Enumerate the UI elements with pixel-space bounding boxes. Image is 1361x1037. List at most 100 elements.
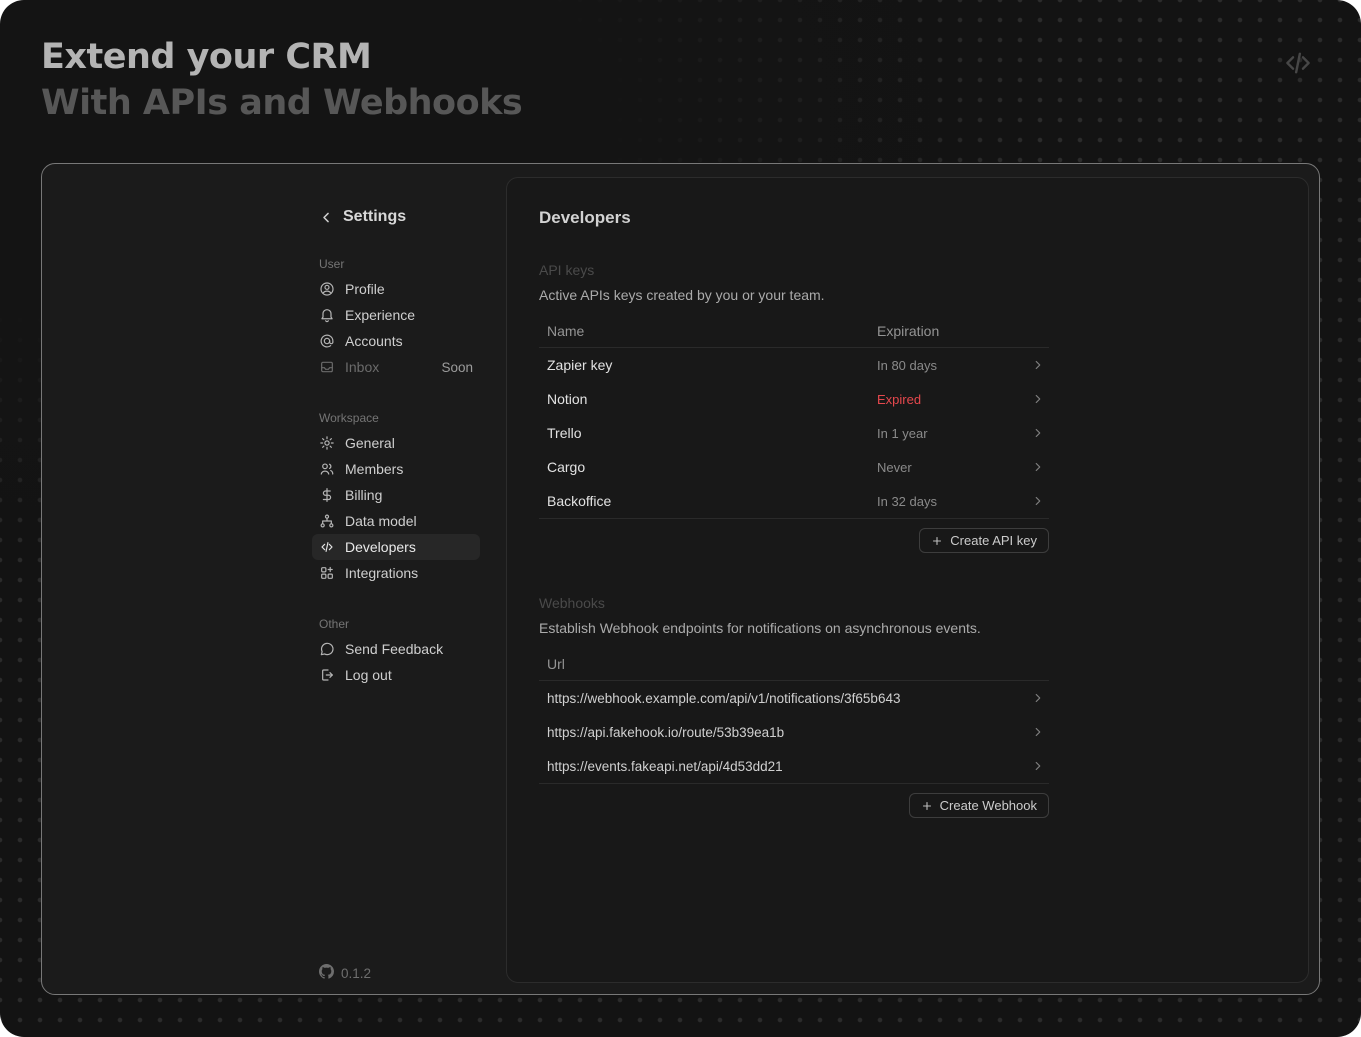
chat-bubble-icon [319,641,335,657]
column-header-url: Url [547,656,1049,672]
api-key-expiration: Expired [877,392,1031,407]
developers-panel: Developers API keys Active APIs keys cre… [506,177,1309,983]
sidebar-item-label: Profile [345,281,385,297]
table-divider [539,518,1049,519]
page-title-line2: With APIs and Webhooks [41,80,522,126]
chevron-right-icon [1031,494,1045,508]
table-divider [539,783,1049,784]
sidebar-item-data-model[interactable]: Data model [312,508,480,534]
webhook-row[interactable]: https://events.fakeapi.net/api/4d53dd21 [539,749,1049,783]
create-api-key-label: Create API key [950,533,1037,548]
code-icon [319,539,335,555]
api-key-row[interactable]: Zapier key In 80 days [539,348,1049,382]
section-label-workspace: Workspace [319,411,473,425]
sidebar-item-label: Members [345,461,403,477]
sidebar-item-inbox[interactable]: Inbox Soon [312,354,480,380]
users-icon [319,461,335,477]
sidebar-item-members[interactable]: Members [312,456,480,482]
api-key-name: Notion [547,391,877,407]
plus-icon [931,535,943,547]
sidebar-item-label: Data model [345,513,417,529]
sidebar-item-accounts[interactable]: Accounts [312,328,480,354]
api-keys-section-label: API keys [539,262,1276,278]
settings-sidebar: Settings User Profile Experience [319,208,473,688]
webhook-row[interactable]: https://webhook.example.com/api/v1/notif… [539,681,1049,715]
api-key-row[interactable]: Backoffice In 32 days [539,484,1049,518]
sidebar-item-log-out[interactable]: Log out [312,662,480,688]
sidebar-item-profile[interactable]: Profile [312,276,480,302]
webhook-row[interactable]: https://api.fakehook.io/route/53b39ea1b [539,715,1049,749]
inbox-icon [319,359,335,375]
app-version: 0.1.2 [341,966,371,981]
settings-back-button[interactable]: Settings [319,208,473,226]
soon-badge: Soon [441,360,473,375]
at-sign-icon [319,333,335,349]
api-keys-table-header: Name Expiration [539,315,1049,348]
github-icon [319,964,334,982]
sidebar-item-general[interactable]: General [312,430,480,456]
api-key-expiration: In 1 year [877,426,1031,441]
page-title: Extend your CRM With APIs and Webhooks [41,34,522,126]
sidebar-item-label: Experience [345,307,415,323]
create-webhook-label: Create Webhook [940,798,1037,813]
column-header-name: Name [547,323,877,339]
api-key-row[interactable]: Trello In 1 year [539,416,1049,450]
sidebar-item-label: Inbox [345,359,379,375]
chevron-right-icon [1031,460,1045,474]
chevron-right-icon [1031,358,1045,372]
sidebar-item-experience[interactable]: Experience [312,302,480,328]
api-key-name: Trello [547,425,877,441]
chevron-right-icon [1031,725,1045,739]
webhook-url: https://webhook.example.com/api/v1/notif… [547,691,1031,706]
sidebar-section-user: User Profile Experience [319,257,473,380]
app-window: Extend your CRM With APIs and Webhooks S… [0,0,1361,1037]
webhooks-table-header: Url [539,648,1049,681]
code-icon [1281,46,1315,85]
api-key-row[interactable]: Cargo Never [539,450,1049,484]
api-key-row[interactable]: Notion Expired [539,382,1049,416]
api-key-expiration: Never [877,460,1031,475]
panel-title: Developers [539,208,1276,228]
gear-icon [319,435,335,451]
sidebar-item-developers[interactable]: Developers [312,534,480,560]
chevron-right-icon [1031,691,1045,705]
sidebar-section-workspace: Workspace General Members [319,411,473,586]
webhook-url: https://api.fakehook.io/route/53b39ea1b [547,725,1031,740]
bell-icon [319,307,335,323]
hierarchy-icon [319,513,335,529]
chevron-right-icon [1031,759,1045,773]
api-key-name: Zapier key [547,357,877,373]
sidebar-item-integrations[interactable]: Integrations [312,560,480,586]
section-label-user: User [319,257,473,271]
sidebar-item-label: Integrations [345,565,418,581]
section-label-other: Other [319,617,473,631]
api-key-name: Cargo [547,459,877,475]
grid-plus-icon [319,565,335,581]
chevron-right-icon [1031,392,1045,406]
sidebar-item-label: Billing [345,487,382,503]
dollar-icon [319,487,335,503]
sidebar-item-label: Send Feedback [345,641,443,657]
create-webhook-button[interactable]: Create Webhook [909,793,1049,818]
create-api-key-button[interactable]: Create API key [919,528,1049,553]
app-version-link[interactable]: 0.1.2 [319,964,371,982]
api-key-expiration: In 32 days [877,494,1031,509]
webhook-url: https://events.fakeapi.net/api/4d53dd21 [547,759,1031,774]
sidebar-section-other: Other Send Feedback Log out [319,617,473,688]
sidebar-item-billing[interactable]: Billing [312,482,480,508]
sidebar-item-label: Developers [345,539,416,555]
chevron-left-icon [319,210,334,225]
api-key-expiration: In 80 days [877,358,1031,373]
settings-back-label: Settings [343,208,406,226]
webhooks-description: Establish Webhook endpoints for notifica… [539,620,1276,636]
sidebar-item-send-feedback[interactable]: Send Feedback [312,636,480,662]
api-keys-description: Active APIs keys created by you or your … [539,287,1276,303]
page-title-line1: Extend your CRM [41,34,522,80]
webhooks-table: Url https://webhook.example.com/api/v1/n… [539,648,1049,784]
logout-icon [319,667,335,683]
api-keys-table: Name Expiration Zapier key In 80 days No… [539,315,1049,519]
settings-panel: Settings User Profile Experience [41,163,1320,995]
plus-icon [921,800,933,812]
user-circle-icon [319,281,335,297]
api-key-name: Backoffice [547,493,877,509]
